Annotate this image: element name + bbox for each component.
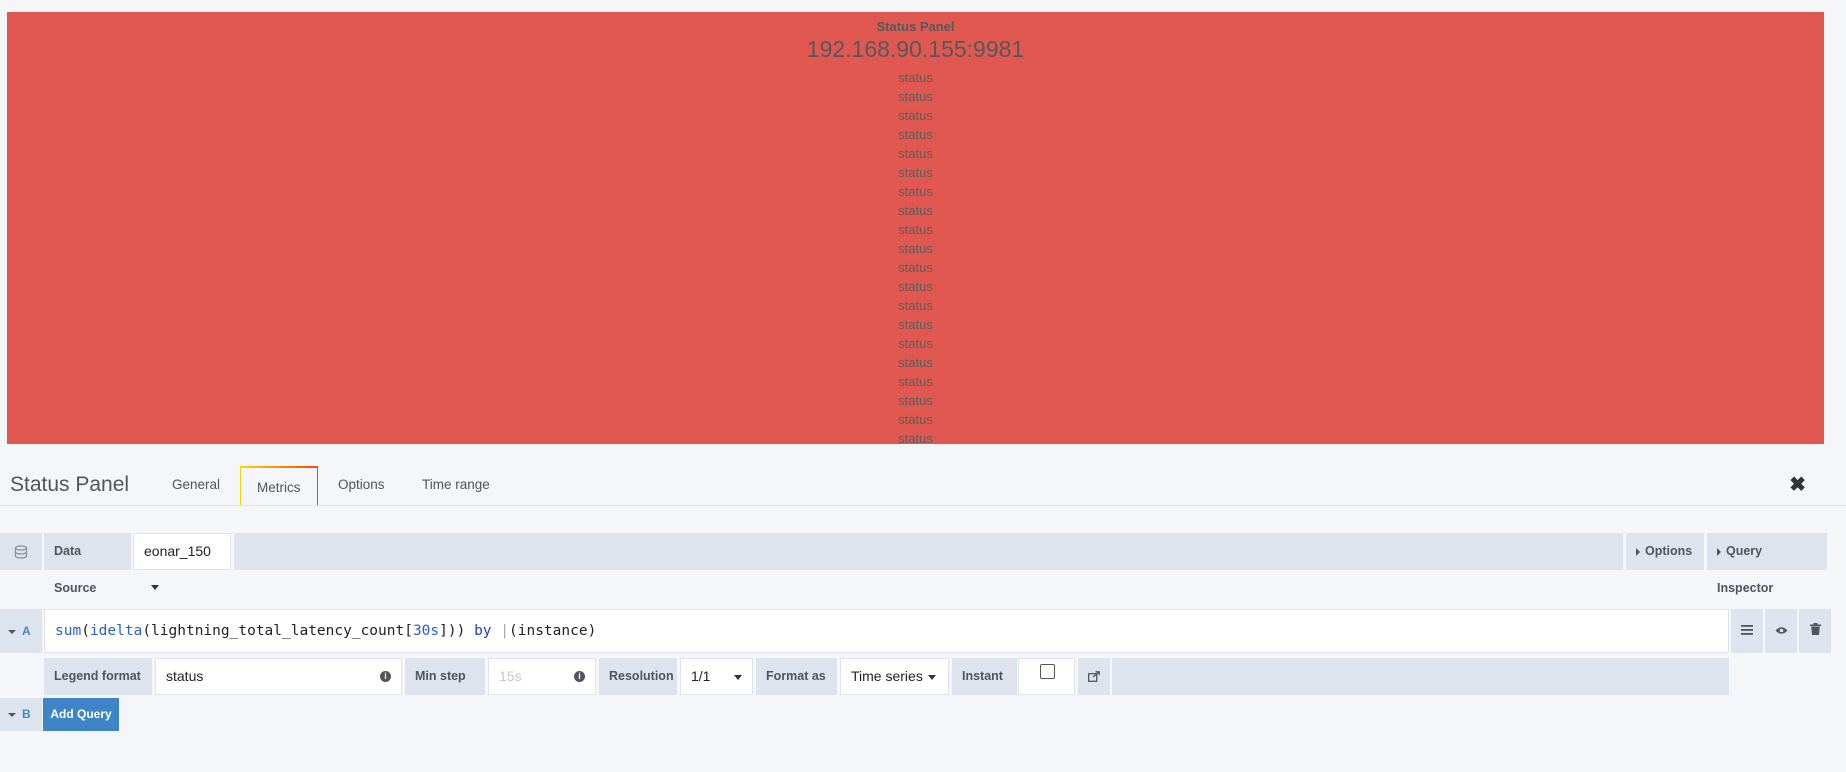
query-a-expression-editor[interactable]: sum(idelta(lightning_total_latency_count… <box>44 609 1729 653</box>
format-as-value: Time series <box>851 668 923 684</box>
status-line: status <box>898 279 933 294</box>
legend-format-label: Legend format <box>44 658 152 695</box>
data-source-select[interactable]: eonar_150 <box>133 533 231 590</box>
instant-checkbox[interactable] <box>1040 664 1055 679</box>
info-icon[interactable]: i <box>380 671 391 682</box>
query-inspector-label: Query Inspector <box>1717 544 1774 595</box>
text-cursor: | <box>500 623 510 639</box>
toggle-visibility-button[interactable] <box>1765 609 1797 653</box>
format-as-select[interactable]: Time series <box>840 658 949 695</box>
status-line: status <box>898 336 933 351</box>
expr-token <box>492 623 501 639</box>
panel-host-value: 192.168.90.155:9981 <box>806 36 1025 62</box>
status-line: status <box>898 355 933 370</box>
status-line: status <box>898 70 933 85</box>
tab-options[interactable]: Options <box>338 476 385 505</box>
expr-token: (instance) <box>509 623 597 639</box>
query-b-letter: B <box>22 707 31 721</box>
status-line: status <box>898 431 933 444</box>
status-line: status <box>898 374 933 389</box>
status-line: status <box>898 184 933 199</box>
legend-format-input[interactable]: status i <box>155 658 402 695</box>
expr-token: by <box>474 623 492 639</box>
query-a-collapse-toggle[interactable]: A <box>0 609 42 653</box>
status-line: status <box>898 393 933 408</box>
chevron-down-icon <box>734 675 742 680</box>
trash-icon <box>1809 622 1821 640</box>
caret-down-icon <box>8 712 16 717</box>
add-query-button[interactable]: Add Query <box>43 698 119 731</box>
tab-general[interactable]: General <box>172 476 220 505</box>
status-line: status <box>898 146 933 161</box>
data-source-value: eonar_150 <box>144 543 211 559</box>
chevron-down-icon <box>928 675 936 680</box>
status-line: status <box>898 222 933 237</box>
status-line: status <box>898 89 933 104</box>
format-as-label: Format as <box>756 658 837 695</box>
caret-right-icon <box>1636 547 1640 556</box>
tab-time-range[interactable]: Time range <box>422 476 490 505</box>
panel-title: Status Panel <box>876 19 955 34</box>
expr-token: ])) <box>439 623 475 639</box>
caret-down-icon <box>8 629 16 634</box>
min-step-label: Min step <box>405 658 485 695</box>
options-toggle-label: Options <box>1645 544 1693 558</box>
tab-metrics[interactable]: Metrics <box>240 466 318 505</box>
editor-title: Status Panel <box>10 473 130 496</box>
share-icon <box>1088 669 1100 683</box>
min-step-placeholder: 15s <box>499 668 522 684</box>
status-line: status <box>898 241 933 256</box>
status-line: status <box>898 165 933 180</box>
min-step-input[interactable]: 15s i <box>488 658 596 695</box>
info-icon[interactable]: i <box>574 671 585 682</box>
resolution-value: 1/1 <box>691 668 711 684</box>
instant-label: Instant <box>952 658 1017 695</box>
external-link-button[interactable] <box>1078 658 1110 695</box>
options-toggle-button[interactable]: Options <box>1626 533 1704 570</box>
query-inspector-button[interactable]: Query Inspector <box>1707 533 1827 595</box>
expr-token: ( <box>81 623 90 639</box>
status-line: status <box>898 127 933 142</box>
datasource-row-filler <box>234 533 1623 570</box>
query-a-letter: A <box>22 624 31 638</box>
status-panel-preview: Status Panel 192.168.90.155:9981 status s… <box>7 12 1824 444</box>
database-icon <box>0 533 42 570</box>
close-icon[interactable]: ✖ <box>1789 472 1806 497</box>
status-line: status <box>898 203 933 218</box>
data-source-label: Data Source <box>44 533 131 595</box>
resolution-select[interactable]: 1/1 <box>680 658 753 695</box>
eye-icon <box>1775 622 1788 640</box>
resolution-label: Resolution <box>599 658 677 695</box>
expr-token: sum <box>55 623 82 639</box>
chevron-down-icon <box>151 584 159 590</box>
status-line: status <box>898 298 933 313</box>
status-line: status <box>898 108 933 123</box>
status-line: status <box>898 412 933 427</box>
status-line: status <box>898 317 933 332</box>
options-row-filler <box>1112 658 1729 695</box>
query-menu-button[interactable] <box>1731 609 1763 653</box>
expr-token: 30s <box>412 623 440 639</box>
expr-token: idelta <box>89 623 143 639</box>
expr-token: (lightning_total_latency_count[ <box>142 623 413 639</box>
legend-format-value: status <box>166 668 204 684</box>
delete-query-button[interactable] <box>1799 609 1831 653</box>
query-b-collapse-toggle[interactable]: B <box>0 698 42 731</box>
status-list: status status status status status status stat… <box>7 68 1824 444</box>
editor-tab-bar: Status Panel General Metrics Options Tim… <box>0 466 1846 506</box>
hamburger-icon <box>1741 622 1753 640</box>
caret-right-icon <box>1717 547 1721 556</box>
status-line: status <box>898 260 933 275</box>
